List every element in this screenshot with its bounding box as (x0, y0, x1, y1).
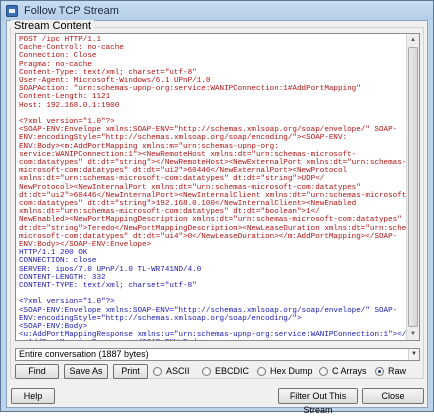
radio-icon[interactable] (153, 366, 162, 376)
client-stream-line: Cache-Control: no-cache (19, 44, 124, 53)
client-stream-line: ENV:encodingStyle="http://schemas.xmlsoa… (19, 134, 348, 143)
format-option-label: C Arrays (332, 366, 367, 376)
server-stream-line: ENV:encodingStyle="http://schemas.xmlsoa… (19, 314, 302, 323)
format-option-label: Raw (388, 366, 407, 376)
server-stream-line: CONTENT-TYPE: text/xml; charset="utf-8" (19, 282, 197, 291)
scroll-down-arrow-icon[interactable]: ▼ (407, 328, 419, 340)
client-stream-line: <SOAP-ENV:Envelope xmlns:SOAP-ENV="http:… (19, 126, 398, 135)
find-button[interactable]: Find (15, 364, 59, 379)
stream-blank-line (19, 290, 404, 298)
client-stream-line: User-Agent: Microsoft-Windows/6.1 UPnP/1… (19, 77, 211, 86)
server-stream-line: <?xml version="1.0"?> (19, 298, 115, 307)
server-stream-line: CONTENT-LENGTH: 332 (19, 273, 106, 282)
dialog-body: Stream Content POST /ipc HTTP/1.1 Cache-C… (6, 20, 428, 415)
client-stream-line: Connection: Close (19, 52, 97, 61)
conversation-select[interactable]: Entire conversation (1887 bytes) ▼ (15, 348, 420, 361)
client-stream-line: <?xml version="1.0"?> (19, 118, 115, 127)
format-option-raw[interactable]: Raw (375, 365, 406, 377)
save-as-button[interactable]: Save As (64, 364, 108, 379)
chevron-down-icon[interactable]: ▼ (408, 349, 419, 360)
stream-content-textarea[interactable]: POST /ipc HTTP/1.1 Cache-Control: no-cach… (15, 33, 420, 341)
client-stream-line: NewEnabled><NewPortMappingDescription xm… (19, 216, 402, 225)
scroll-up-arrow-icon[interactable]: ▲ (407, 34, 419, 46)
radio-icon[interactable] (319, 366, 328, 376)
radio-icon[interactable] (257, 366, 266, 376)
client-stream-line: NewProtocol><NewInternalPort xmlns:dt="u… (19, 183, 361, 192)
server-stream-line: CONNECTION: close (19, 257, 97, 266)
conversation-select-value: Entire conversation (1887 bytes) (19, 349, 149, 359)
client-stream-line: com:datatypes" dt:dt="string">192.168.0.… (19, 200, 357, 209)
client-stream-line: com:datatypes" dt:dt="string"></NewRemot… (19, 159, 407, 168)
title-bar[interactable]: Follow TCP Stream (1, 1, 433, 20)
server-stream-line: HTTP/1.1 200 OK (19, 249, 88, 258)
client-stream-line: microsoft-com:datatypes" dt:dt="ui2">604… (19, 167, 348, 176)
client-stream-line: microsoft-com:datatypes" dt:dt="ui4">0</… (19, 232, 398, 241)
client-stream-line: xmlns:dt="urn:schemas-microsoft-com:data… (19, 208, 320, 217)
client-stream-line: SOAPAction: "urn:schemas-upnp-org:servic… (19, 85, 361, 94)
vertical-scrollbar[interactable]: ▲ ▼ (406, 34, 419, 340)
client-stream-line: ENV:Body><m:AddPortMapping xmlns:m="urn:… (19, 142, 279, 151)
format-option-ebcdic[interactable]: EBCDIC (202, 365, 249, 377)
server-stream-line: u:AddPortMappingResponse></SOAP-ENV:Body… (19, 339, 404, 340)
format-option-label: EBCDIC (215, 366, 250, 376)
client-stream-line: xmlns:dt="urn:schemas-microsoft-com:data… (19, 175, 325, 184)
format-option-label: ASCII (166, 366, 190, 376)
radio-selected-icon[interactable] (375, 366, 384, 376)
stream-text[interactable]: POST /ipc HTTP/1.1 Cache-Control: no-cach… (19, 36, 420, 340)
client-stream-line: Content-Length: 1121 (19, 93, 111, 102)
client-stream-line: Host: 192.168.0.1:1900 (19, 101, 120, 110)
filter-out-stream-button[interactable]: Filter Out This Stream (278, 388, 358, 415)
window-title: Follow TCP Stream (24, 4, 119, 17)
radio-icon[interactable] (202, 366, 211, 376)
client-stream-line: POST /ipc HTTP/1.1 (19, 36, 102, 44)
format-option-label: Hex Dump (270, 366, 313, 376)
client-stream-line: dt:dt="ui2">60446</NewInternalPort><NewI… (19, 191, 411, 200)
client-stream-line: Content-Type: text/xml; charset="utf-8" (19, 68, 197, 77)
help-button[interactable]: Help (11, 388, 55, 404)
format-option-c-arrays[interactable]: C Arrays (319, 365, 367, 377)
format-option-ascii[interactable]: ASCII (153, 365, 190, 377)
server-stream-line: <u:AddPortMappingResponse xmlns:u="urn:s… (19, 331, 407, 340)
client-stream-line: service:WANIPConnection:1"><NewRemoteHos… (19, 150, 357, 159)
scroll-thumb[interactable] (408, 47, 418, 327)
client-stream-line: Pragma: no-cache (19, 60, 92, 69)
stream-content-label: Stream Content (11, 20, 95, 32)
server-stream-line: <SOAP-ENV:Envelope xmlns:SOAP-ENV="http:… (19, 306, 398, 315)
close-button[interactable]: Close (362, 388, 424, 404)
print-button[interactable]: Print (113, 364, 148, 379)
follow-tcp-stream-window: Follow TCP Stream Stream Content POST /i… (0, 0, 434, 415)
app-icon (6, 4, 18, 17)
client-stream-line: dt:dt="string">Teredo</NewPortMappingDes… (19, 224, 420, 233)
stream-blank-line (19, 110, 404, 118)
format-option-hex-dump[interactable]: Hex Dump (257, 365, 313, 377)
server-stream-line: SERVER: ipos/7.0 UPnP/1.0 TL-WR741ND/4.0 (19, 265, 202, 274)
server-stream-line: <SOAP-ENV:Body> (19, 323, 88, 332)
client-stream-line: ENV:Body></SOAP-ENV:Envelope> (19, 241, 152, 250)
